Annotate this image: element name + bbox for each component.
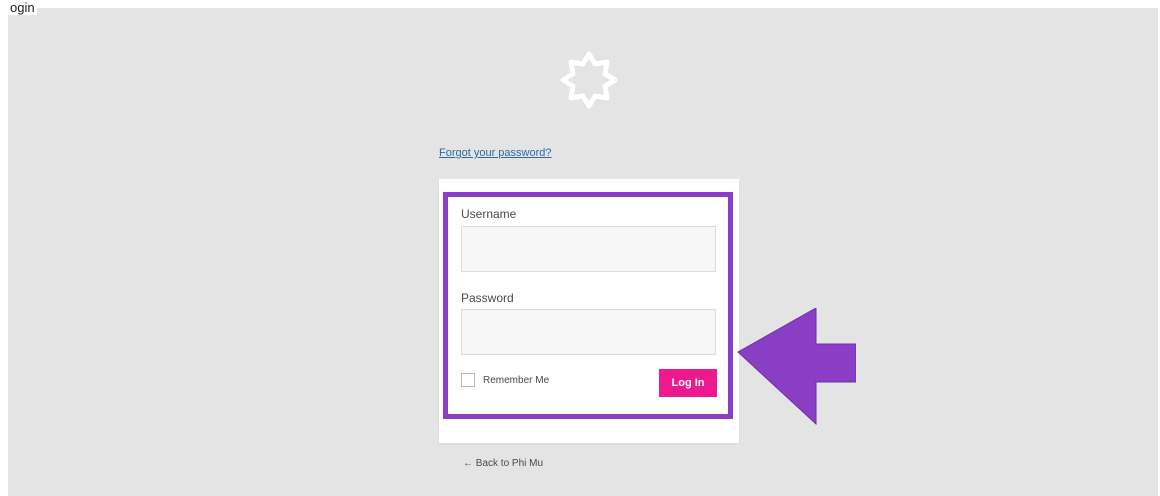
page-caption: ogin: [8, 0, 37, 15]
left-arrow-icon: [737, 308, 856, 426]
remember-me-row: Remember Me: [461, 372, 549, 388]
login-page: ogin Forgot your password? Username Pass…: [8, 0, 1158, 496]
starburst-logo-icon: [560, 51, 618, 109]
forgot-password-link[interactable]: Forgot your password?: [439, 147, 552, 159]
remember-me-label: Remember Me: [483, 374, 550, 386]
back-to-site-link[interactable]: ← Back to Phi Mu: [463, 458, 543, 469]
password-input[interactable]: [461, 309, 716, 355]
password-label: Password: [461, 291, 514, 305]
login-button[interactable]: Log In: [659, 369, 717, 397]
username-input[interactable]: [461, 226, 716, 272]
username-label: Username: [461, 207, 517, 221]
remember-me-checkbox[interactable]: [461, 373, 475, 387]
